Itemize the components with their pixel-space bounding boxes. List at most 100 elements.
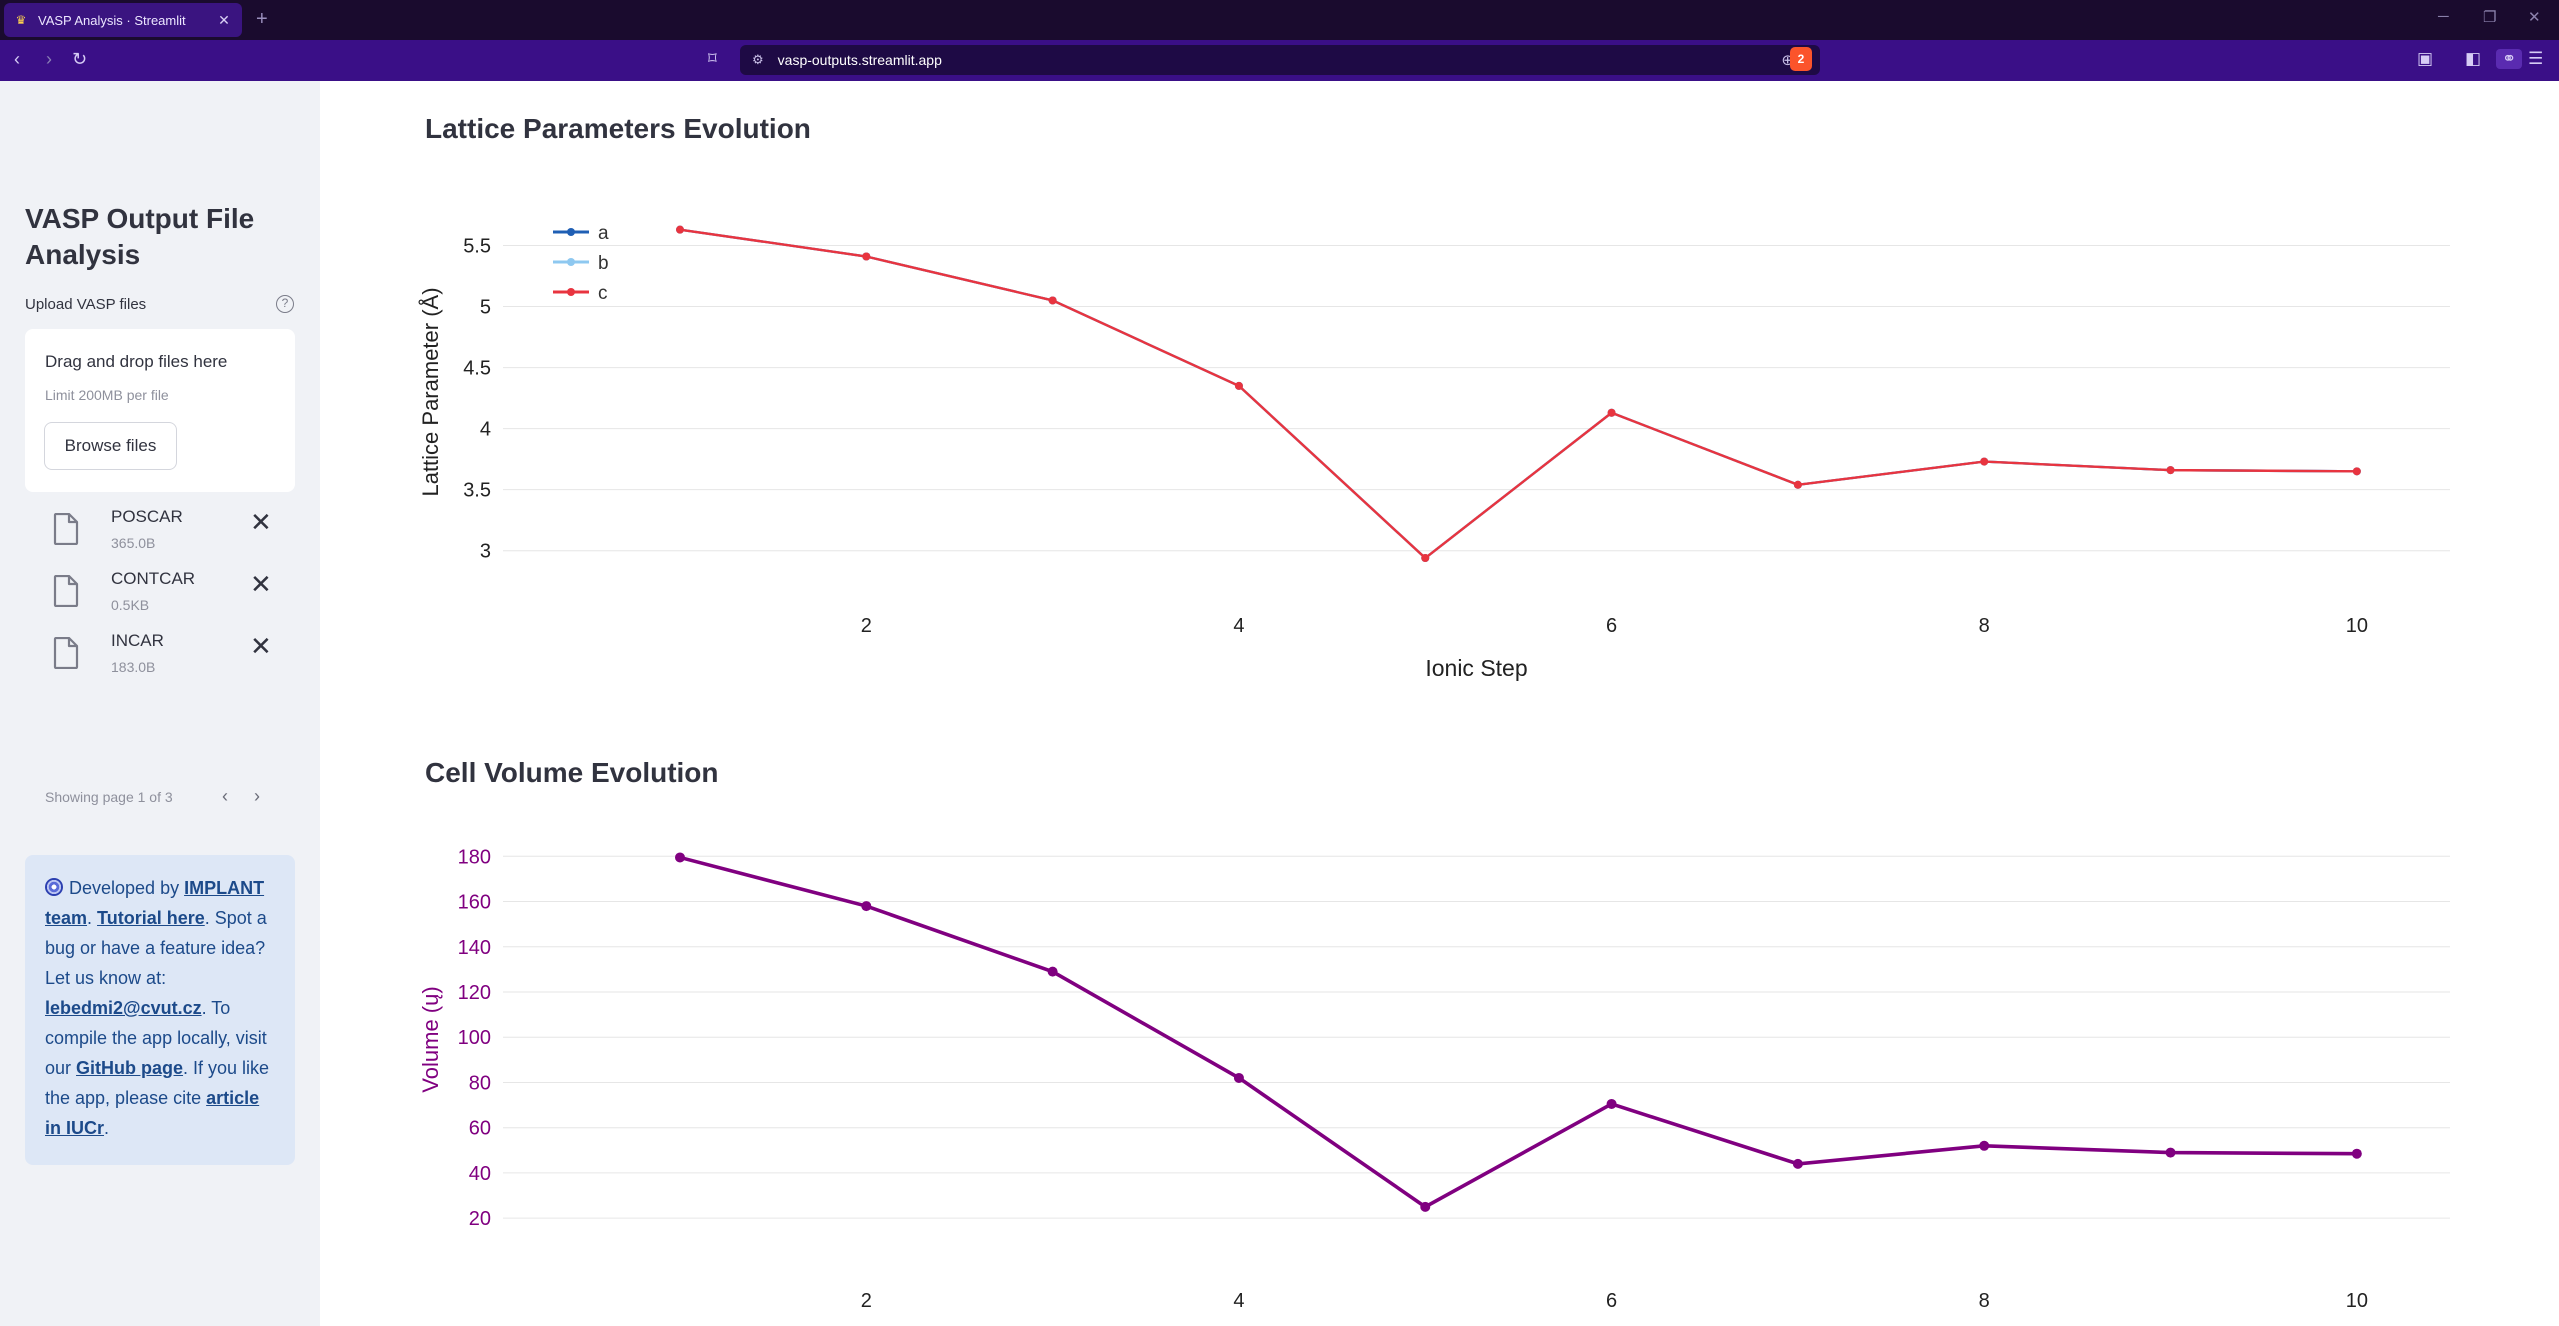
y-tick-label: 120 xyxy=(458,982,491,1004)
data-point xyxy=(861,901,872,912)
info-text: Developed by xyxy=(69,878,185,898)
file-name: INCAR xyxy=(111,631,164,650)
data-point xyxy=(1421,554,1430,563)
bookmark-icon[interactable]: ⌑ xyxy=(708,49,717,69)
data-point xyxy=(2165,1147,2176,1158)
sidebar-toggle-icon[interactable]: ◧ xyxy=(2465,49,2481,69)
y-tick-label: 40 xyxy=(469,1163,491,1185)
file-icon xyxy=(53,575,79,607)
x-tick-label: 10 xyxy=(2346,1290,2368,1312)
data-point xyxy=(1979,1140,1990,1151)
email-link[interactable]: lebedmi2@cvut.cz xyxy=(45,998,202,1018)
github-link[interactable]: GitHub page xyxy=(76,1058,183,1078)
x-tick-label: 2 xyxy=(861,1290,872,1312)
data-point xyxy=(1048,296,1057,305)
dropzone-title: Drag and drop files here xyxy=(45,352,228,371)
sidebar: VASP Output File Analysis Upload VASP fi… xyxy=(0,81,320,1326)
next-page-icon[interactable]: › xyxy=(254,786,260,807)
remove-file-icon[interactable]: ✕ xyxy=(250,507,272,537)
x-tick-label: 10 xyxy=(2346,615,2368,637)
data-point xyxy=(2351,1148,2362,1159)
reload-icon[interactable]: ↻ xyxy=(72,49,87,70)
uploaded-file: CONTCAR 0.5KB ✕ xyxy=(25,567,295,627)
y-tick-label: 3.5 xyxy=(463,480,491,502)
data-point xyxy=(1980,457,1989,466)
url-text: vasp-outputs.streamlit.app xyxy=(777,52,942,68)
file-size: 365.0B xyxy=(111,535,156,551)
remove-file-icon[interactable]: ✕ xyxy=(250,631,272,661)
x-tick-label: 8 xyxy=(1979,615,1990,637)
browse-files-button[interactable]: Browse files xyxy=(44,422,177,470)
new-tab-icon[interactable]: + xyxy=(256,8,268,31)
y-tick-label: 100 xyxy=(458,1027,491,1049)
lattice-section-title: Lattice Parameters Evolution xyxy=(425,113,811,144)
back-icon[interactable]: ‹ xyxy=(14,49,20,70)
info-box: Developed by IMPLANT team. Tutorial here… xyxy=(25,855,295,1165)
remove-file-icon[interactable]: ✕ xyxy=(250,569,272,599)
y-tick-label: 140 xyxy=(458,937,491,959)
data-point xyxy=(1793,480,1802,489)
volume-chart[interactable]: 20406080100120140160180246810Ionic StepV… xyxy=(400,800,2500,1326)
streamlit-crown-icon: ♛ xyxy=(15,13,27,27)
x-tick-label: 4 xyxy=(1233,1290,1244,1312)
address-bar[interactable]: ⚙ vasp-outputs.streamlit.app ⊕ xyxy=(740,45,1820,75)
x-tick-label: 6 xyxy=(1606,1290,1617,1312)
data-point xyxy=(1047,966,1058,977)
y-axis-label: Lattice Parameter (Å) xyxy=(418,287,443,496)
prev-page-icon[interactable]: ‹ xyxy=(222,786,228,807)
data-point xyxy=(676,225,684,234)
y-tick-label: 4 xyxy=(480,419,491,441)
file-name: CONTCAR xyxy=(111,569,196,588)
series-line-b xyxy=(679,228,2357,560)
data-point xyxy=(1606,1098,1617,1109)
minimize-icon[interactable]: ─ xyxy=(2438,8,2449,25)
browser-tab[interactable]: ♛ VASP Analysis · Streamlit ✕ xyxy=(4,3,242,37)
x-axis-label: Ionic Step xyxy=(1425,655,1527,681)
info-text: . xyxy=(87,908,98,928)
y-tick-label: 3 xyxy=(480,541,491,563)
brave-shields-icon[interactable]: 2 xyxy=(1790,47,1812,71)
restore-icon[interactable]: ❐ xyxy=(2483,8,2496,26)
pager-text: Showing page 1 of 3 xyxy=(45,789,173,805)
data-point xyxy=(2352,467,2361,476)
forward-icon[interactable]: › xyxy=(46,49,52,70)
sidebar-title: VASP Output File Analysis xyxy=(25,203,255,270)
y-tick-label: 160 xyxy=(458,892,491,914)
site-info-icon[interactable]: ⚙ xyxy=(752,52,764,68)
uploaded-file: POSCAR 365.0B ✕ xyxy=(25,505,295,565)
legend-marker xyxy=(567,228,575,236)
legend-marker xyxy=(567,258,575,266)
legend-marker xyxy=(567,288,575,296)
y-tick-label: 5.5 xyxy=(463,236,491,258)
legend-label: a xyxy=(598,223,609,244)
tutorial-link[interactable]: Tutorial here xyxy=(97,908,205,928)
y-tick-label: 20 xyxy=(469,1208,491,1230)
series-line-a xyxy=(679,228,2357,560)
y-axis-label: Volume (ų) xyxy=(418,986,443,1092)
tab-close-icon[interactable]: ✕ xyxy=(216,12,232,29)
series-line-volume xyxy=(679,855,2357,1209)
menu-icon[interactable]: ☰ xyxy=(2528,49,2543,69)
help-icon[interactable]: ? xyxy=(276,295,294,313)
data-point xyxy=(862,252,871,261)
file-dropzone[interactable]: Drag and drop files here Limit 200MB per… xyxy=(25,329,295,492)
y-tick-label: 180 xyxy=(458,846,491,868)
data-point xyxy=(1233,1072,1244,1083)
data-point xyxy=(675,852,685,863)
y-tick-label: 60 xyxy=(469,1118,491,1140)
data-point xyxy=(1420,1201,1431,1212)
y-tick-label: 80 xyxy=(469,1072,491,1094)
file-size: 0.5KB xyxy=(111,597,150,613)
y-tick-label: 4.5 xyxy=(463,358,491,380)
file-size: 183.0B xyxy=(111,659,156,675)
x-tick-label: 8 xyxy=(1979,1290,1990,1312)
y-tick-label: 5 xyxy=(480,297,491,319)
window-close-icon[interactable]: ✕ xyxy=(2528,8,2541,26)
info-text: . xyxy=(104,1118,110,1138)
data-point xyxy=(1607,408,1616,417)
wallet-icon[interactable]: ⚭ xyxy=(2496,49,2523,69)
browser-titlebar: ♛ VASP Analysis · Streamlit ✕ + ─ ❐ ✕ xyxy=(0,0,2559,40)
legend-label: c xyxy=(598,283,608,304)
lattice-chart[interactable]: 3 3.5 4 4.5 5 5.5 2 4 6 8 10 Ionic Step Lattice Para… xyxy=(400,160,2500,690)
screenshot-icon[interactable]: ▣ xyxy=(2417,49,2433,69)
